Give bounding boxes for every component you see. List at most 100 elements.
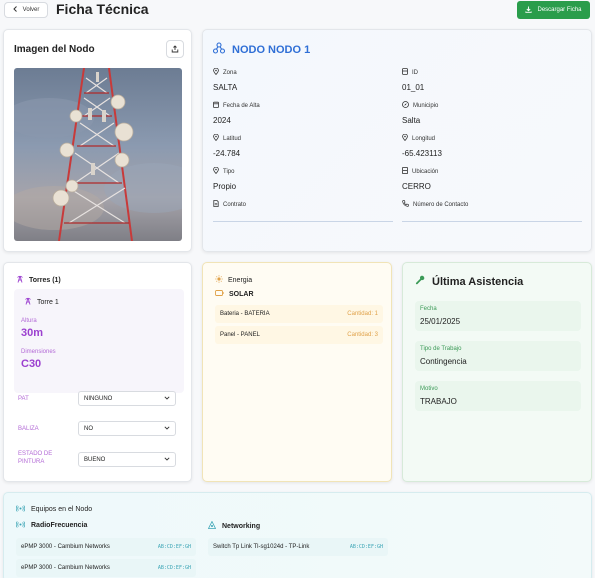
energia-item-name: Bateria - BATERIA	[220, 311, 270, 317]
signal-icon	[15, 505, 26, 514]
network-nodes-icon	[212, 42, 226, 57]
tipo-trabajo-label: Tipo de Trabajo	[420, 346, 462, 352]
field-longitud: Longitud -65.423113	[402, 133, 442, 158]
battery-icon	[215, 290, 224, 298]
baliza-value: NO	[84, 425, 93, 432]
energia-item: Bateria - BATERIA Cantidad: 1	[215, 305, 383, 323]
contrato-label: Contrato	[223, 201, 247, 208]
energia-subtitle-text: SOLAR	[229, 290, 254, 298]
energia-header: Energia	[215, 275, 252, 285]
energia-item-name: Panel - PANEL	[220, 332, 260, 338]
dimensiones-label: Dimensiones	[21, 349, 56, 355]
database-icon	[402, 68, 408, 77]
radio-title: RadioFrecuencia	[31, 522, 88, 529]
energia-item-qty: Cantidad: 3	[347, 332, 378, 338]
asistencia-motivo: Motivo TRABAJO	[415, 381, 581, 411]
tower-icon	[16, 275, 24, 285]
equipo-item: ePMP 3000 - Cambium Networks AB:CD:EF:GH	[16, 538, 196, 556]
compass-icon	[402, 101, 409, 110]
baliza-select[interactable]: NO	[78, 421, 176, 436]
field-municipio: Municipio Salta	[402, 101, 438, 125]
sun-icon	[215, 275, 223, 285]
network-icon	[207, 520, 217, 531]
fecha-value: 25/01/2025	[420, 317, 461, 326]
pat-value: NINGUNO	[84, 395, 113, 402]
equipo-item: ePMP 3000 - Cambium Networks AB:CD:EF:GH	[16, 559, 196, 577]
fecha-label: Fecha	[420, 306, 437, 312]
motivo-value: TRABAJO	[420, 397, 457, 406]
contacto-value	[402, 221, 582, 222]
networking-header: Networking	[207, 520, 261, 531]
equipo-mac: AB:CD:EF:GH	[157, 544, 191, 550]
tipo-value: Propio	[213, 182, 237, 191]
field-latitud: Latitud -24.784	[213, 133, 242, 158]
baliza-label: BALIZA	[18, 426, 39, 432]
energia-subtitle: SOLAR	[215, 290, 254, 298]
altura-label: Altura	[21, 318, 37, 324]
share-button[interactable]	[166, 40, 184, 58]
torres-header: Torres (1)	[16, 275, 61, 285]
equipo-item: Switch Tp Link Tl-sg1024d - TP-Link AB:C…	[208, 538, 388, 556]
ubicacion-value: CERRO	[402, 182, 431, 191]
equipos-header: Equipos en el Nodo	[15, 505, 93, 514]
latitud-value: -24.784	[213, 149, 241, 158]
location-pin-icon	[213, 133, 219, 143]
pintura-select[interactable]: BUENO	[78, 452, 176, 467]
municipio-label: Municipio	[413, 102, 439, 109]
pat-select[interactable]: NINGUNO	[78, 391, 176, 406]
municipio-value: Salta	[402, 116, 421, 125]
fecha-alta-value: 2024	[213, 116, 231, 125]
document-icon	[213, 200, 219, 209]
equipos-title: Equipos en el Nodo	[31, 506, 93, 513]
location-pin-icon	[402, 133, 408, 143]
back-button[interactable]: Volver	[4, 2, 48, 18]
asistencia-title: Última Asistencia	[432, 275, 524, 288]
download-icon	[525, 6, 533, 15]
torre-detail: Torre 1 Altura 30m Dimensiones C30	[14, 289, 184, 393]
field-id: ID 01_01	[402, 68, 424, 92]
equipo-mac: AB:CD:EF:GH	[157, 565, 191, 571]
tipo-label: Tipo	[223, 168, 235, 175]
back-label: Volver	[22, 7, 40, 13]
torre-name-text: Torre 1	[37, 298, 59, 306]
field-fecha-alta: Fecha de Alta 2024	[213, 101, 260, 125]
contrato-value	[213, 221, 393, 222]
altura-value: 30m	[21, 327, 44, 339]
dimensiones-value: C30	[21, 358, 42, 370]
chevron-down-icon	[164, 395, 170, 402]
energia-title: Energia	[228, 276, 253, 284]
share-icon	[171, 40, 179, 58]
tipo-trabajo-value: Contingencia	[420, 357, 467, 366]
top-bar: Volver Ficha Técnica Descargar Ficha	[0, 0, 595, 22]
field-contrato: Contrato	[213, 200, 393, 222]
torre-name: Torre 1	[24, 297, 59, 307]
image-card-title: Imagen del Nodo	[14, 44, 95, 55]
node-info-card: NODO NODO 1 Zona SALTA ID 01_01 Fecha de…	[202, 29, 592, 252]
node-title-text: NODO NODO 1	[232, 43, 311, 56]
latitud-label: Latitud	[223, 135, 242, 142]
field-contacto: Número de Contacto	[402, 200, 582, 222]
download-label: Descargar Ficha	[537, 7, 582, 13]
equipo-mac: AB:CD:EF:GH	[349, 544, 383, 550]
tower-photo	[14, 68, 182, 241]
networking-title: Networking	[222, 522, 261, 530]
radio-header: RadioFrecuencia	[15, 521, 88, 530]
id-value: 01_01	[402, 83, 425, 92]
chevron-down-icon	[164, 425, 170, 432]
field-tipo: Tipo Propio	[213, 166, 237, 191]
asistencia-card: Última Asistencia Fecha 25/01/2025 Tipo …	[402, 262, 592, 482]
field-zona: Zona SALTA	[213, 67, 237, 92]
building-icon	[402, 167, 408, 176]
download-button[interactable]: Descargar Ficha	[517, 1, 590, 19]
phone-icon	[402, 200, 409, 209]
location-pin-icon	[213, 67, 219, 77]
pintura-label: ESTADO DE PINTURA	[18, 451, 53, 465]
ubicacion-label: Ubicación	[412, 168, 439, 175]
node-title: NODO NODO 1	[212, 42, 311, 57]
longitud-label: Longitud	[412, 135, 436, 142]
chevron-left-icon	[12, 6, 18, 14]
fecha-alta-label: Fecha de Alta	[223, 102, 260, 109]
asistencia-fecha: Fecha 25/01/2025	[415, 301, 581, 331]
asistencia-tipo: Tipo de Trabajo Contingencia	[415, 341, 581, 371]
equipos-card: Equipos en el Nodo RadioFrecuencia Netwo…	[3, 492, 592, 578]
